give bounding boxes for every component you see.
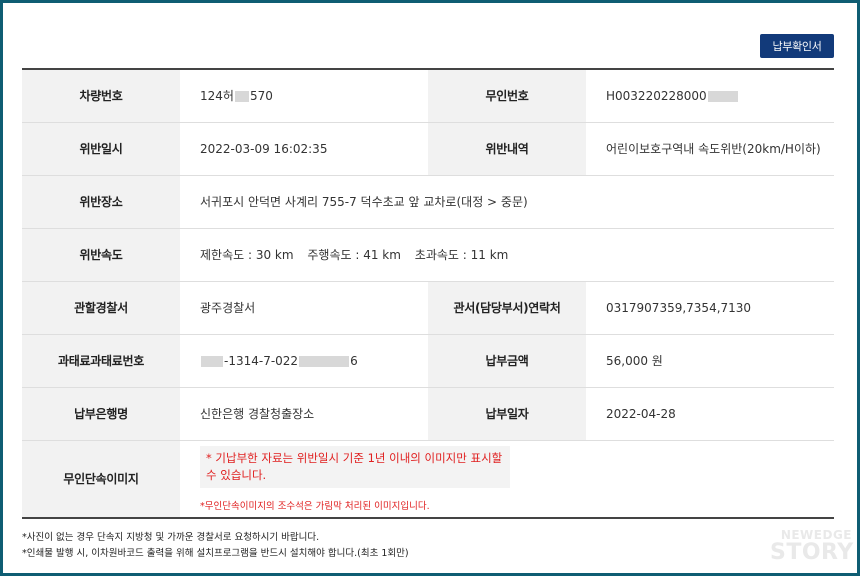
masked-region [299,355,350,367]
enforcement-image-subnote: *무인단속이미지의 조수석은 가림막 처리된 이미지입니다. [200,500,430,512]
payment-confirmation-button[interactable]: 납부확인서 [760,34,834,58]
vehicle-number-value: 124허 570 [180,69,428,123]
vehicle-number-label: 차량번호 [22,69,180,123]
table-row: 차량번호 124허 570 무인번호 H003220228000 [22,69,834,123]
masked-region [707,90,738,102]
fine-number-label: 과태료과태료번호 [22,334,180,388]
violation-place-value: 서귀포시 안덕면 사계리 755-7 덕수초교 앞 교차로(대정 > 중문) [180,175,834,229]
table-row: 위반속도 제한속도 : 30 km 주행속도 : 41 km 초과속도 : 11… [22,228,834,282]
payment-date-label: 납부일자 [428,387,586,441]
police-station-value: 광주경찰서 [180,281,428,335]
fine-number-end: 6 [350,353,358,368]
enforcement-image-cell: * 기납부한 자료는 위반일시 기준 1년 이내의 이미지만 표시할 수 있습니… [180,440,834,519]
speed-excess: 초과속도 : 11 km [414,248,509,262]
table-row: 위반장소 서귀포시 안덕면 사계리 755-7 덕수초교 앞 교차로(대정 > … [22,175,834,229]
table-row: 납부은행명 신한은행 경찰청출장소 납부일자 2022-04-28 [22,387,834,441]
vehicle-number-suffix: 570 [249,89,273,104]
top-bar: 납부확인서 [0,0,860,66]
enforcement-image-notice: * 기납부한 자료는 위반일시 기준 1년 이내의 이미지만 표시할 수 있습니… [200,445,510,488]
fine-number-value: -1314-7-022 6 [180,334,428,388]
watermark-line2: STORY [770,540,854,565]
enforcement-image-label: 무인단속이미지 [22,440,180,519]
footnote-photo-request: *사진이 없는 경우 단속지 지방청 및 가까운 경찰서로 요청하시기 바랍니다… [22,532,320,543]
table-row: 관할경찰서 광주경찰서 관서(담당부서)연락처 0317907359,7354,… [22,281,834,335]
fine-number-middle: -1314-7-022 [224,353,299,368]
violation-detail-value: 어린이보호구역내 속도위반(20km/H이하) [586,122,834,176]
violation-datetime-label: 위반일시 [22,122,180,176]
footnote-print-install: *인쇄물 발행 시, 이차원바코드 출력을 위해 설치프로그램을 반드시 설치해… [22,548,409,559]
watermark-logo: NEWEDGE STORY [770,528,854,565]
payment-date-value: 2022-04-28 [586,387,834,441]
payment-bank-value: 신한은행 경찰청출장소 [180,387,428,441]
payment-amount-label: 납부금액 [428,334,586,388]
table-row: 위반일시 2022-03-09 16:02:35 위반내역 어린이보호구역내 속… [22,122,834,176]
violation-speed-label: 위반속도 [22,228,180,282]
payment-amount-value: 56,000 원 [586,334,834,388]
payment-bank-label: 납부은행명 [22,387,180,441]
violation-speed-value: 제한속도 : 30 km 주행속도 : 41 km 초과속도 : 11 km [180,228,834,282]
violation-detail-label: 위반내역 [428,122,586,176]
table-row: 무인단속이미지 * 기납부한 자료는 위반일시 기준 1년 이내의 이미지만 표… [22,440,834,519]
violation-info-table: 차량번호 124허 570 무인번호 H003220228000 위반일시 202… [22,68,834,519]
speed-driving: 주행속도 : 41 km [307,248,401,262]
violation-place-label: 위반장소 [22,175,180,229]
vehicle-number-prefix: 124허 [200,89,234,104]
contact-label: 관서(담당부서)연락처 [428,281,586,335]
masked-region [234,91,249,103]
contact-value: 0317907359,7354,7130 [586,281,834,335]
unmanned-number-prefix: H003220228000 [606,88,707,103]
unmanned-number-label: 무인번호 [428,69,586,123]
footnotes: *사진이 없는 경우 단속지 지방청 및 가까운 경찰서로 요청하시기 바랍니다… [22,530,409,562]
police-station-label: 관할경찰서 [22,281,180,335]
speed-limit: 제한속도 : 30 km [200,248,294,262]
masked-region [201,355,223,367]
violation-datetime-value: 2022-03-09 16:02:35 [180,122,428,176]
table-row: 과태료과태료번호 -1314-7-022 6 납부금액 56,000 원 [22,334,834,388]
unmanned-number-value: H003220228000 [586,69,834,123]
